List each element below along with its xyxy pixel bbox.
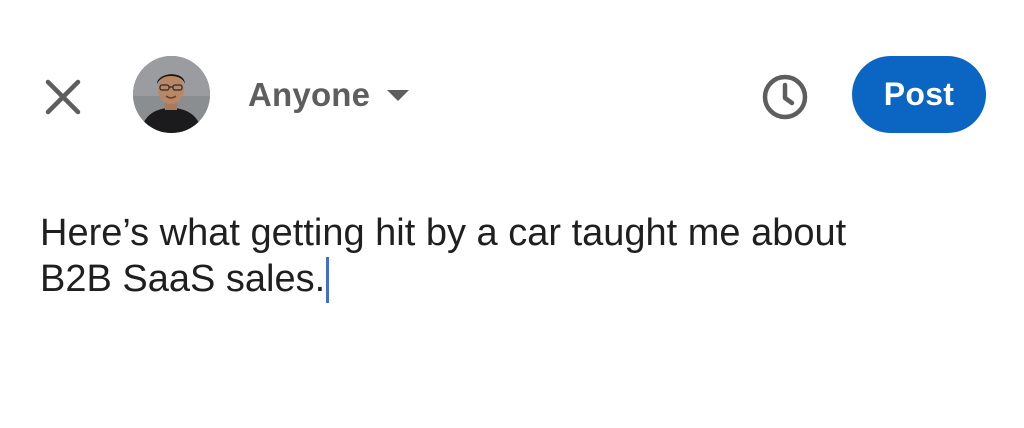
avatar[interactable]	[133, 56, 210, 133]
close-icon	[45, 79, 81, 115]
clock-icon	[762, 74, 808, 120]
close-button[interactable]	[38, 72, 94, 128]
editor-line-2: B2B SaaS sales.	[40, 258, 326, 300]
composer-header: Anyone Post	[0, 56, 1024, 134]
schedule-button[interactable]	[759, 71, 811, 123]
editor-line-1: Here’s what getting hit by a car taught …	[40, 212, 847, 254]
post-text-editor[interactable]: Here’s what getting hit by a car taught …	[40, 210, 1000, 303]
caret-down-icon	[387, 89, 410, 101]
text-cursor	[326, 257, 330, 303]
visibility-selector[interactable]: Anyone	[248, 74, 410, 116]
visibility-label: Anyone	[248, 76, 371, 113]
post-composer: Anyone Post Here’s what getting hit by a…	[0, 0, 1024, 428]
post-button[interactable]: Post	[852, 56, 986, 133]
editor-line-2-wrap: B2B SaaS sales.	[40, 256, 1000, 303]
profile-photo	[133, 56, 210, 133]
